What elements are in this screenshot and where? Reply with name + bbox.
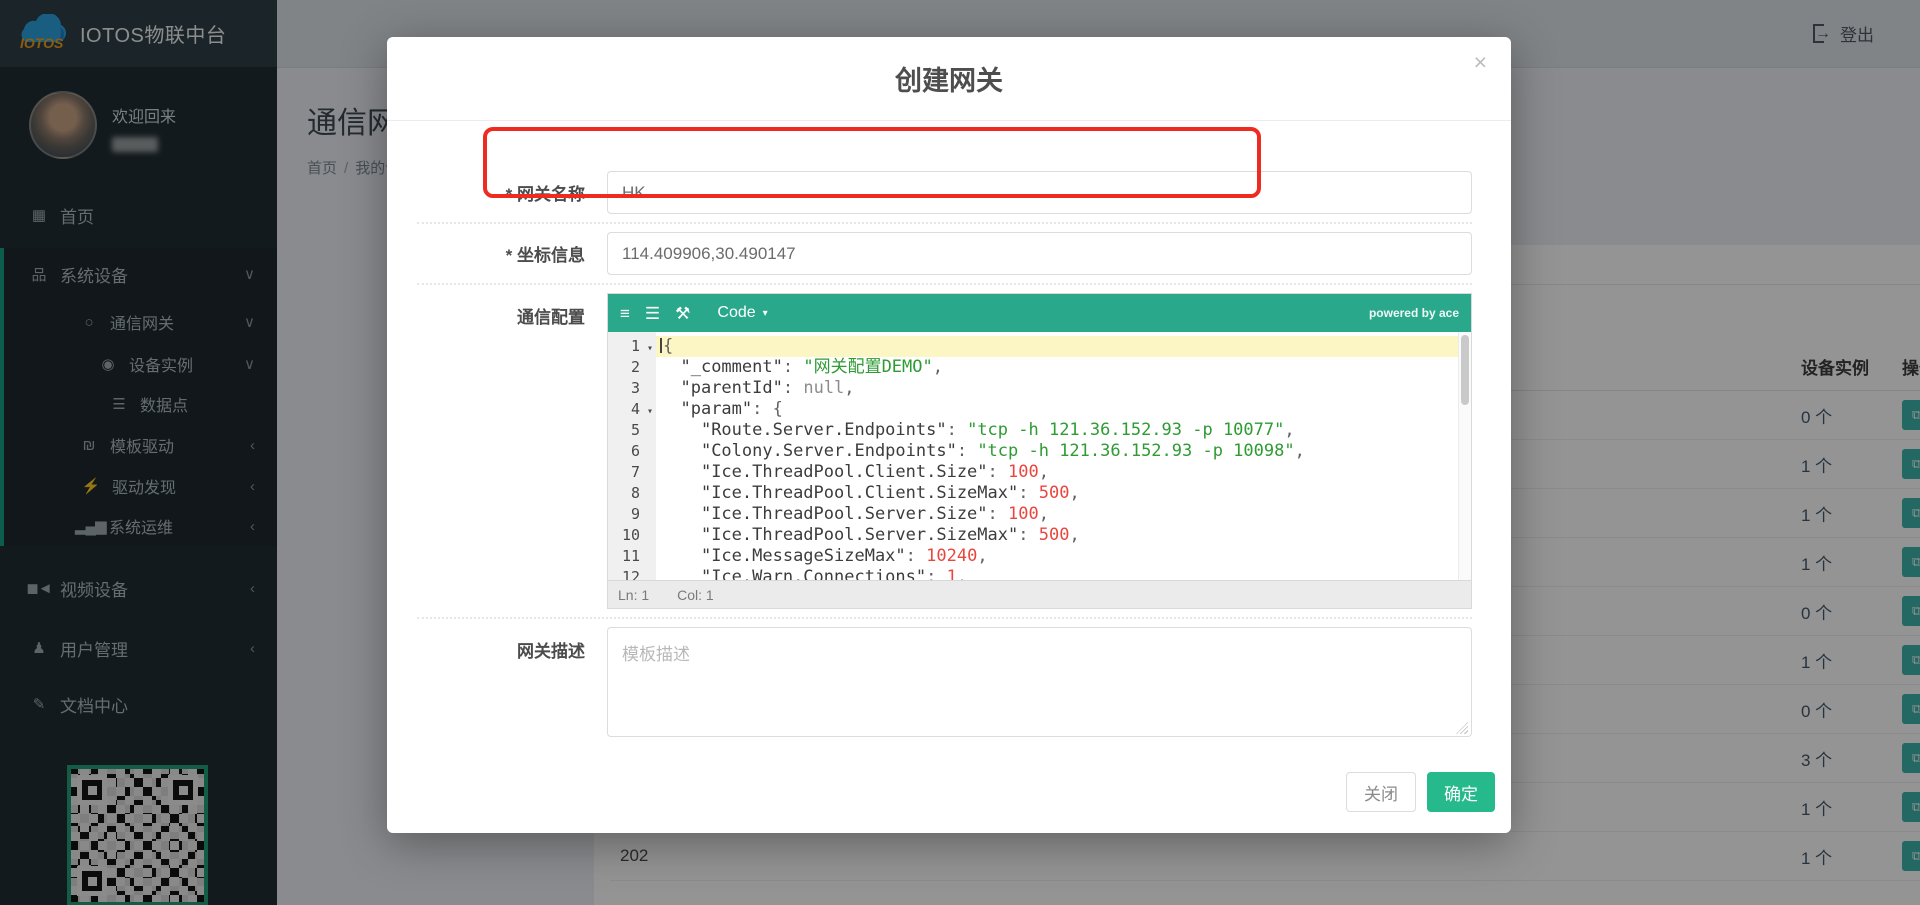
modal-title: 创建网关 — [895, 66, 1003, 96]
create-gateway-modal: 创建网关 × * 网关名称 * 坐标信息 通信配置 — [387, 37, 1511, 833]
code-line: "param": { — [680, 399, 783, 419]
compact-icon[interactable]: ☰ — [645, 305, 660, 322]
format-icon[interactable]: ≡ — [620, 305, 630, 322]
form-row-name: * 网关名称 — [387, 171, 1472, 214]
status-line: Ln: 1 — [618, 586, 650, 603]
close-button[interactable]: 关闭 — [1346, 772, 1416, 812]
form-row-coords: * 坐标信息 — [387, 232, 1472, 275]
coords-label: * 坐标信息 — [505, 246, 585, 265]
name-label: * 网关名称 — [505, 185, 585, 204]
app-window: IOTOS IOTOS物联中台 欢迎回来 ▦ 首页品系统设备 ∨ ○ 通信网关 ∨ ◉ 设备实… — [0, 0, 1920, 905]
repair-wrench-icon[interactable]: ⚒ — [675, 305, 690, 322]
modal-footer: 关闭 确定 — [1346, 772, 1495, 812]
code-line: "Ice.ThreadPool.Server.Size": 100, — [700, 504, 1049, 524]
status-col: Col: 1 — [677, 586, 714, 603]
code-line: "Ice.MessageSizeMax": 10240, — [700, 546, 988, 566]
code-line: "Colony.Server.Endpoints": "tcp -h 121.3… — [700, 441, 1305, 461]
code-line: "parentId": null, — [680, 378, 855, 398]
editor-toolbar: ≡ ☰ ⚒ Code ▾ powered by ace — [608, 294, 1471, 332]
scrollbar-thumb[interactable] — [1461, 335, 1469, 405]
code-line: "Ice.ThreadPool.Server.SizeMax": 500, — [700, 525, 1080, 545]
divider — [417, 222, 1472, 224]
gateway-desc-textarea[interactable] — [607, 627, 1472, 737]
required-mark: * — [505, 185, 513, 204]
code-line: { — [656, 336, 1471, 357]
code-line: "Ice.Warn.Connections": 1, — [700, 567, 968, 580]
required-mark: * — [505, 246, 513, 265]
config-label: 通信配置 — [517, 308, 585, 327]
divider — [417, 283, 1472, 285]
divider — [417, 617, 1472, 619]
editor-body[interactable]: 1 ▾ 2 3 4 ▾ 5 6 7 8 9 10 11 12 { "_comment": "网关配置DEM… — [608, 332, 1471, 580]
code-line: "_comment": "网关配置DEMO", — [680, 357, 943, 377]
form-row-desc: 网关描述 — [387, 627, 1472, 742]
modal-body: * 网关名称 * 坐标信息 通信配置 ≡ — [387, 121, 1511, 742]
mode-select[interactable]: Code ▾ — [717, 304, 767, 322]
editor-gutter: 1 ▾ 2 3 4 ▾ 5 6 7 8 9 10 11 12 — [608, 332, 656, 580]
coordinates-input[interactable] — [607, 232, 1472, 275]
fold-arrow-icon[interactable]: ▾ — [647, 338, 653, 359]
gateway-name-input[interactable] — [607, 171, 1472, 214]
fold-arrow-icon[interactable]: ▾ — [647, 401, 653, 422]
json-editor: ≡ ☰ ⚒ Code ▾ powered by ace 1 ▾ 2 3 4 ▾ 5 6 7 8 9 1… — [607, 293, 1472, 609]
desc-label: 网关描述 — [517, 642, 585, 661]
form-row-config: 通信配置 ≡ ☰ ⚒ Code ▾ powered by ace 1 ▾ 2 3… — [387, 293, 1472, 609]
code-line: "Ice.ThreadPool.Client.Size": 100, — [700, 462, 1049, 482]
editor-statusbar: Ln: 1 Col: 1 — [608, 580, 1471, 608]
caret-down-icon: ▾ — [762, 307, 768, 319]
editor-code[interactable]: { "_comment": "网关配置DEMO", "parentId": nu… — [656, 332, 1471, 580]
modal-header: 创建网关 × — [387, 37, 1511, 121]
close-icon[interactable]: × — [1474, 51, 1487, 74]
editor-scrollbar[interactable] — [1458, 332, 1471, 580]
confirm-button[interactable]: 确定 — [1427, 772, 1495, 812]
code-line: "Ice.ThreadPool.Client.SizeMax": 500, — [700, 483, 1080, 503]
powered-by-ace: powered by ace — [1368, 306, 1459, 320]
code-line: "Route.Server.Endpoints": "tcp -h 121.36… — [700, 420, 1295, 440]
